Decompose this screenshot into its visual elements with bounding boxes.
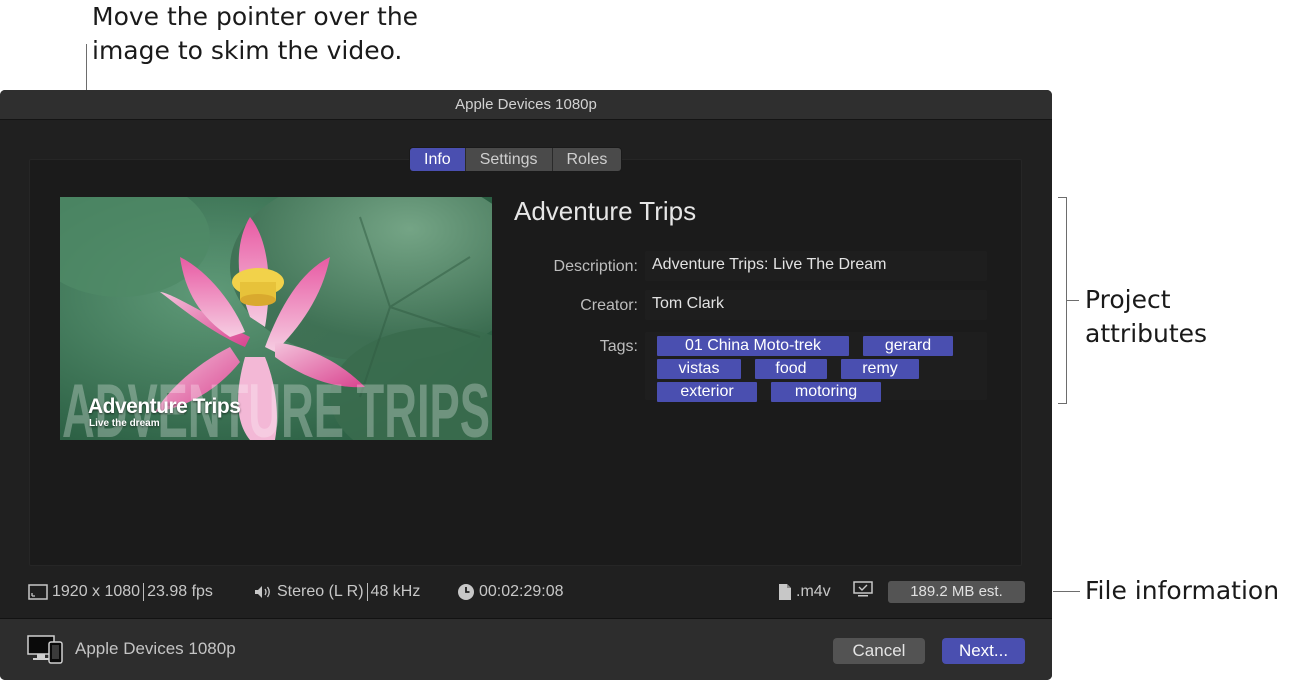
clock-icon bbox=[458, 584, 474, 600]
tag-row: exterior motoring bbox=[657, 382, 975, 402]
tags-field[interactable]: 01 China Moto-trek gerard vistas food re… bbox=[645, 332, 987, 402]
callout-project-line2: attributes bbox=[1085, 319, 1208, 348]
video-thumbnail[interactable]: ADVENTURE TRIPS Adventure Trips Live the… bbox=[60, 197, 492, 440]
tag-token[interactable]: remy bbox=[841, 359, 919, 379]
tag-token[interactable]: gerard bbox=[863, 336, 953, 356]
audio-channels-text: Stereo (L R) bbox=[277, 583, 364, 600]
display-info[interactable] bbox=[852, 580, 878, 598]
resolution-text: 1920 x 1080 bbox=[52, 583, 141, 600]
callout-file-leader bbox=[1053, 591, 1080, 592]
thumbnail-title: Adventure Trips bbox=[88, 395, 241, 418]
footer-bar: Apple Devices 1080p Cancel Next... bbox=[0, 618, 1052, 680]
callout-project-line1: Project bbox=[1085, 285, 1171, 314]
tag-row: 01 China Moto-trek gerard bbox=[657, 336, 975, 356]
callout-skim-line2: image to skim the video. bbox=[92, 36, 403, 65]
destination-name: Apple Devices 1080p bbox=[75, 639, 236, 658]
file-extension-text: .m4v bbox=[796, 583, 831, 600]
tag-token[interactable]: 01 China Moto-trek bbox=[657, 336, 849, 356]
divider bbox=[366, 583, 368, 601]
callout-file-information: File information bbox=[1085, 576, 1280, 605]
tag-token[interactable]: vistas bbox=[657, 359, 741, 379]
audio-format-info: Stereo (L R) 48 kHz bbox=[253, 580, 420, 604]
file-size-estimate: 189.2 MB est. bbox=[888, 581, 1025, 603]
tab-roles[interactable]: Roles bbox=[552, 148, 622, 171]
frame-rate-text: 23.98 fps bbox=[147, 583, 213, 600]
tab-bar: Info Settings Roles bbox=[409, 147, 623, 172]
thumbnail-subtitle: Live the dream bbox=[89, 418, 160, 429]
speaker-icon bbox=[255, 586, 270, 598]
creator-field[interactable]: Tom Clark bbox=[645, 290, 987, 320]
file-info-bar: 1920 x 1080 23.98 fps Stereo (L R) 48 kH… bbox=[0, 580, 1052, 605]
tag-row: vistas food remy bbox=[657, 359, 975, 379]
callout-skim-line1: Move the pointer over the bbox=[92, 2, 419, 31]
tab-info[interactable]: Info bbox=[410, 148, 466, 171]
cancel-button[interactable]: Cancel bbox=[833, 638, 925, 664]
frame-size-icon bbox=[28, 584, 48, 600]
sample-rate-text: 48 kHz bbox=[370, 583, 421, 600]
display-icon bbox=[853, 581, 873, 597]
duration-info: 00:02:29:08 bbox=[457, 580, 564, 604]
description-label: Description: bbox=[553, 258, 638, 275]
window-title: Apple Devices 1080p bbox=[0, 90, 1052, 120]
duration-text: 00:02:29:08 bbox=[479, 583, 564, 600]
divider bbox=[143, 583, 145, 601]
tag-token[interactable]: food bbox=[755, 359, 827, 379]
next-button[interactable]: Next... bbox=[942, 638, 1025, 664]
share-window: Apple Devices 1080p Info Settings Roles bbox=[0, 90, 1052, 680]
project-title: Adventure Trips bbox=[514, 196, 697, 226]
devices-icon bbox=[27, 635, 63, 664]
callout-skim: Move the pointer over the image to skim … bbox=[92, 0, 512, 68]
tag-token[interactable]: motoring bbox=[771, 382, 881, 402]
creator-label: Creator: bbox=[580, 297, 638, 314]
file-icon bbox=[779, 584, 791, 600]
file-type-info: .m4v bbox=[778, 580, 831, 604]
tags-label: Tags: bbox=[599, 338, 638, 355]
description-field[interactable]: Adventure Trips: Live The Dream bbox=[645, 251, 987, 281]
video-format-info: 1920 x 1080 23.98 fps bbox=[28, 580, 213, 604]
tab-settings[interactable]: Settings bbox=[465, 148, 553, 171]
callout-project-attributes: Project attributes bbox=[1085, 283, 1295, 351]
tag-token[interactable]: exterior bbox=[657, 382, 757, 402]
